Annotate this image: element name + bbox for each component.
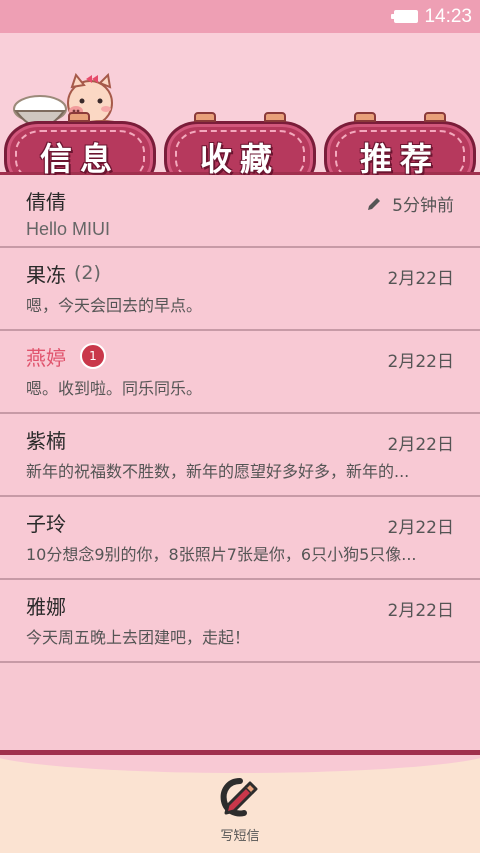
message-preview: 今天周五晚上去团建吧，走起！ xyxy=(26,628,251,647)
tab-label: 信息 xyxy=(39,140,120,175)
contact-name-text: 雅娜 xyxy=(26,594,66,619)
message-count: (2) xyxy=(74,262,101,284)
message-preview: 嗯。收到啦。同乐同乐。 xyxy=(26,379,203,398)
conversation-row[interactable]: 燕婷 1 嗯。收到啦。同乐同乐。 2月22日 xyxy=(0,331,480,414)
battery-icon xyxy=(391,10,419,23)
timestamp: 2月22日 xyxy=(387,518,454,538)
unread-badge: 1 xyxy=(80,343,106,369)
timestamp: 5分钟前 xyxy=(366,191,454,216)
tab-knob-icon xyxy=(194,112,216,122)
draft-pencil-icon xyxy=(368,197,381,210)
conversation-list[interactable]: 倩倩 Hello MIUI 5分钟前 果冻 (2) 嗯，今天会回去的早点。 2月… xyxy=(0,175,480,663)
timestamp-text: 5分钟前 xyxy=(392,196,454,216)
tab-knob-icon xyxy=(424,112,446,122)
conversation-row[interactable]: 紫楠 新年的祝福数不胜数，新年的愿望好多好多，新年的... 2月22日 xyxy=(0,414,480,497)
timestamp: 2月22日 xyxy=(387,435,454,455)
conversation-row[interactable]: 雅娜 今天周五晚上去团建吧，走起！ 2月22日 xyxy=(0,580,480,663)
tab-recommended[interactable]: 推荐 xyxy=(324,112,476,175)
timestamp: 2月22日 xyxy=(387,601,454,621)
message-preview: 嗯，今天会回去的早点。 xyxy=(26,296,203,315)
bottom-bar: 写短信 xyxy=(0,755,480,853)
contact-name-text: 子玲 xyxy=(26,511,66,536)
tab-knob-icon xyxy=(354,112,376,122)
contact-name-text: 倩倩 xyxy=(26,189,66,214)
message-preview: 新年的祝福数不胜数，新年的愿望好多好多，新年的... xyxy=(26,462,410,481)
conversation-row[interactable]: 果冻 (2) 嗯，今天会回去的早点。 2月22日 xyxy=(0,248,480,331)
tab-label: 收藏 xyxy=(199,140,280,175)
tab-favorites[interactable]: 收藏 xyxy=(164,112,316,175)
status-bar: 14:23 xyxy=(0,0,480,33)
compose-label: 写短信 xyxy=(220,829,260,844)
compose-button[interactable]: 写短信 xyxy=(206,775,274,853)
status-time: 14:23 xyxy=(424,5,472,27)
timestamp: 2月22日 xyxy=(387,352,454,372)
contact-name-text: 果冻 xyxy=(26,262,66,287)
compose-icon xyxy=(220,778,258,817)
tab-label: 推荐 xyxy=(359,140,440,175)
tab-knob-icon xyxy=(68,112,90,122)
message-preview: Hello MIUI xyxy=(26,219,111,239)
conversation-row[interactable]: 倩倩 Hello MIUI 5分钟前 xyxy=(0,175,480,248)
message-preview: 10分想念9别的你，8张照片7张是你，6只小狗5只像... xyxy=(26,545,417,564)
tab-knob-icon xyxy=(264,112,286,122)
tab-messages[interactable]: 信息 xyxy=(4,112,156,175)
contact-name-text: 紫楠 xyxy=(26,428,66,453)
wave-decoration xyxy=(0,755,480,773)
timestamp: 2月22日 xyxy=(387,269,454,289)
conversation-row[interactable]: 子玲 10分想念9别的你，8张照片7张是你，6只小狗5只像... 2月22日 xyxy=(0,497,480,580)
header: 信息 收藏 推荐 xyxy=(0,33,480,175)
contact-name-text: 燕婷 xyxy=(26,345,66,370)
